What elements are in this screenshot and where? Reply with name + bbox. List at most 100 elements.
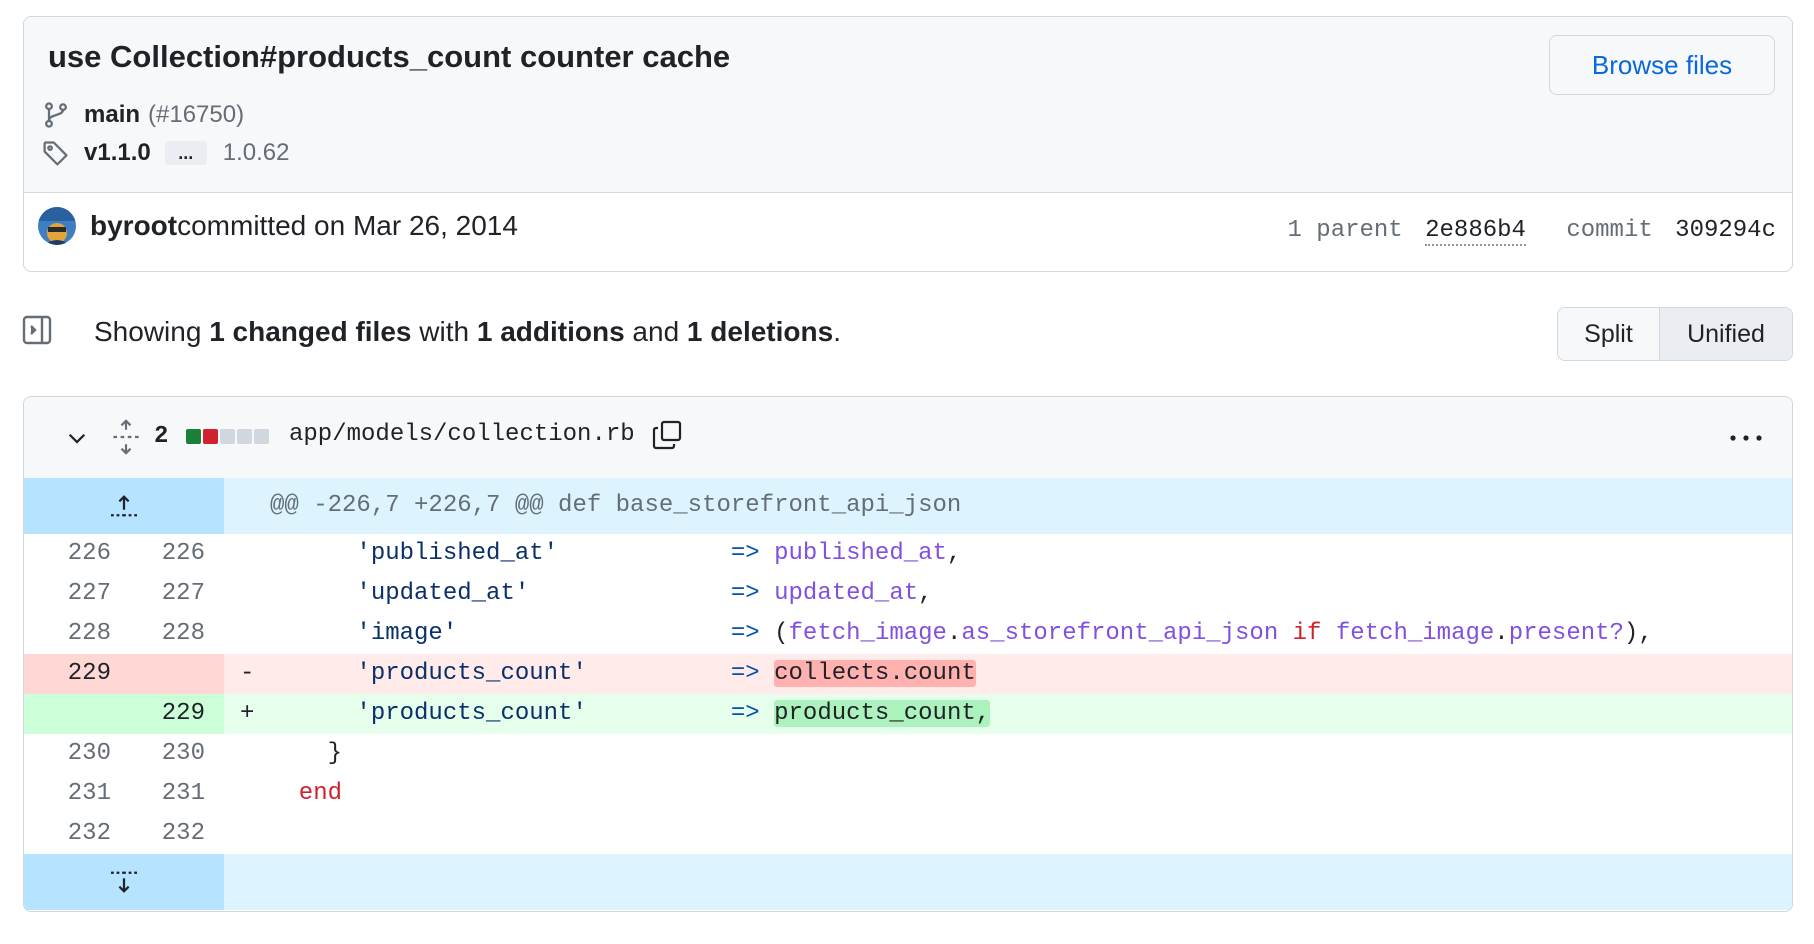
context-line: 227 227 'updated_at' => updated_at, bbox=[24, 574, 1792, 614]
new-line-number[interactable]: 229 bbox=[124, 694, 224, 734]
hash-value: published_at bbox=[774, 540, 947, 567]
hash-value: products_count, bbox=[774, 700, 991, 727]
avatar[interactable] bbox=[38, 207, 76, 245]
fold-up-icon bbox=[111, 495, 137, 517]
old-line-number[interactable]: 232 bbox=[24, 814, 124, 854]
file-header: 2 app/models/collection.rb bbox=[24, 397, 1792, 479]
new-line-number[interactable]: 226 bbox=[124, 534, 224, 574]
diffstat-bar bbox=[186, 429, 269, 444]
diff-summary-row: Showing 1 changed files with 1 additions… bbox=[0, 306, 1814, 362]
context-line: 231 231 end bbox=[24, 774, 1792, 814]
commit-title: use Collection#products_count counter ca… bbox=[48, 39, 731, 74]
summary-showing: Showing bbox=[94, 316, 210, 347]
commit-ids: 1 parent 2e886b4 commit 309294c bbox=[1287, 217, 1776, 246]
code-content: + 'products_count' => products_count, bbox=[224, 694, 1792, 734]
summary-period: . bbox=[833, 316, 841, 347]
context-line: 232 232 bbox=[24, 814, 1792, 854]
expand-down-row bbox=[24, 854, 1792, 910]
new-line-number[interactable]: 227 bbox=[124, 574, 224, 614]
expand-all-button[interactable] bbox=[108, 417, 144, 457]
code-content bbox=[224, 814, 1792, 854]
commit-label: commit bbox=[1566, 217, 1653, 244]
summary-changed-files: 1 changed files bbox=[209, 316, 412, 347]
unfold-icon bbox=[113, 419, 139, 455]
old-line-number[interactable] bbox=[24, 694, 124, 734]
code-punct: , bbox=[918, 580, 933, 607]
commit-sha: 309294c bbox=[1675, 217, 1776, 244]
parent-sha-link[interactable]: 2e886b4 bbox=[1425, 217, 1526, 246]
code-identifier: present? bbox=[1508, 620, 1624, 647]
chevron-down-icon bbox=[68, 433, 86, 444]
code-punct: ), bbox=[1623, 620, 1653, 647]
hash-arrow: => bbox=[730, 620, 760, 647]
fold-down-icon bbox=[111, 871, 137, 893]
code-text: end bbox=[270, 780, 343, 807]
copy-icon bbox=[652, 420, 682, 450]
code-identifier: published_at bbox=[774, 540, 947, 567]
copy-path-button[interactable] bbox=[650, 417, 684, 453]
code-punct: . bbox=[946, 620, 962, 647]
file-diff: 2 app/models/collection.rb @@ -226,7 +22… bbox=[23, 396, 1793, 912]
code-identifier: as_storefront_api_json bbox=[961, 620, 1279, 647]
old-line-number[interactable]: 229 bbox=[24, 654, 124, 694]
code-identifier: updated_at bbox=[774, 580, 919, 607]
more-tags-button[interactable]: ... bbox=[164, 141, 207, 165]
summary-deletions: 1 deletions bbox=[686, 316, 834, 347]
deleted-line: 229 - 'products_count' => collects.count bbox=[24, 654, 1792, 694]
file-name-link[interactable]: app/models/collection.rb bbox=[289, 421, 635, 448]
kebab-horizontal-icon bbox=[1730, 435, 1762, 441]
hash-arrow: => bbox=[730, 700, 760, 727]
context-line: 230 230 } bbox=[24, 734, 1792, 774]
browse-files-button[interactable]: Browse files bbox=[1549, 35, 1775, 95]
old-line-number[interactable]: 226 bbox=[24, 534, 124, 574]
old-line-number[interactable]: 230 bbox=[24, 734, 124, 774]
tag-name[interactable]: v1.1.0 bbox=[84, 139, 151, 167]
old-line-number[interactable]: 228 bbox=[24, 614, 124, 654]
tag-row: v1.1.0 ... 1.0.62 bbox=[42, 139, 289, 167]
expand-up-button[interactable] bbox=[24, 478, 224, 534]
parent-label: 1 parent bbox=[1287, 217, 1403, 244]
hash-key: 'image' bbox=[356, 620, 458, 647]
diff-summary: Showing 1 changed files with 1 additions… bbox=[94, 316, 841, 348]
code-content: 'image' => (fetch_image.as_storefront_ap… bbox=[224, 614, 1792, 654]
branch-row: main (#16750) bbox=[42, 101, 244, 129]
hash-key: 'published_at' bbox=[356, 540, 559, 567]
unified-view-button[interactable]: Unified bbox=[1660, 308, 1792, 360]
hash-value: collects.count bbox=[774, 660, 976, 687]
context-line: 228 228 'image' => (fetch_image.as_storef… bbox=[24, 614, 1792, 654]
pull-request-link[interactable]: (#16750) bbox=[148, 101, 244, 129]
file-tree-toggle-icon[interactable] bbox=[21, 314, 53, 346]
expand-down-button[interactable] bbox=[24, 854, 224, 910]
code-content: - 'products_count' => collects.count bbox=[224, 654, 1792, 694]
old-line-number[interactable]: 227 bbox=[24, 574, 124, 614]
new-line-number[interactable]: 228 bbox=[124, 614, 224, 654]
committed-date: committed on Mar 26, 2014 bbox=[177, 210, 518, 241]
new-line-number[interactable]: 232 bbox=[124, 814, 224, 854]
code-punct: , bbox=[946, 540, 962, 567]
author-name[interactable]: byroot bbox=[90, 210, 177, 242]
code-punct bbox=[1278, 620, 1292, 647]
collapse-file-button[interactable] bbox=[62, 423, 92, 453]
branch-name[interactable]: main bbox=[84, 101, 140, 129]
hash-arrow: => bbox=[730, 540, 760, 567]
other-tag[interactable]: 1.0.62 bbox=[223, 139, 290, 167]
file-actions-button[interactable] bbox=[1726, 423, 1766, 453]
diff-marker: - bbox=[240, 660, 255, 687]
code-punct bbox=[1321, 620, 1335, 647]
old-line-number[interactable]: 231 bbox=[24, 774, 124, 814]
code-identifier: fetch_image bbox=[788, 620, 947, 647]
diffstat-square bbox=[220, 429, 235, 444]
summary-and: and bbox=[624, 316, 687, 347]
new-line-number[interactable]: 231 bbox=[124, 774, 224, 814]
diffstat-square bbox=[254, 429, 269, 444]
split-view-button[interactable]: Split bbox=[1558, 308, 1660, 360]
code-punct: . bbox=[1494, 620, 1509, 647]
hash-key: 'products_count' bbox=[356, 660, 587, 687]
tag-icon bbox=[43, 141, 68, 166]
new-line-number[interactable]: 230 bbox=[124, 734, 224, 774]
new-line-number[interactable] bbox=[124, 654, 224, 694]
code-punct: ( bbox=[774, 620, 789, 647]
diffstat-square bbox=[203, 429, 218, 444]
summary-with: with bbox=[411, 316, 477, 347]
code-content: 'published_at' => published_at, bbox=[224, 534, 1792, 574]
